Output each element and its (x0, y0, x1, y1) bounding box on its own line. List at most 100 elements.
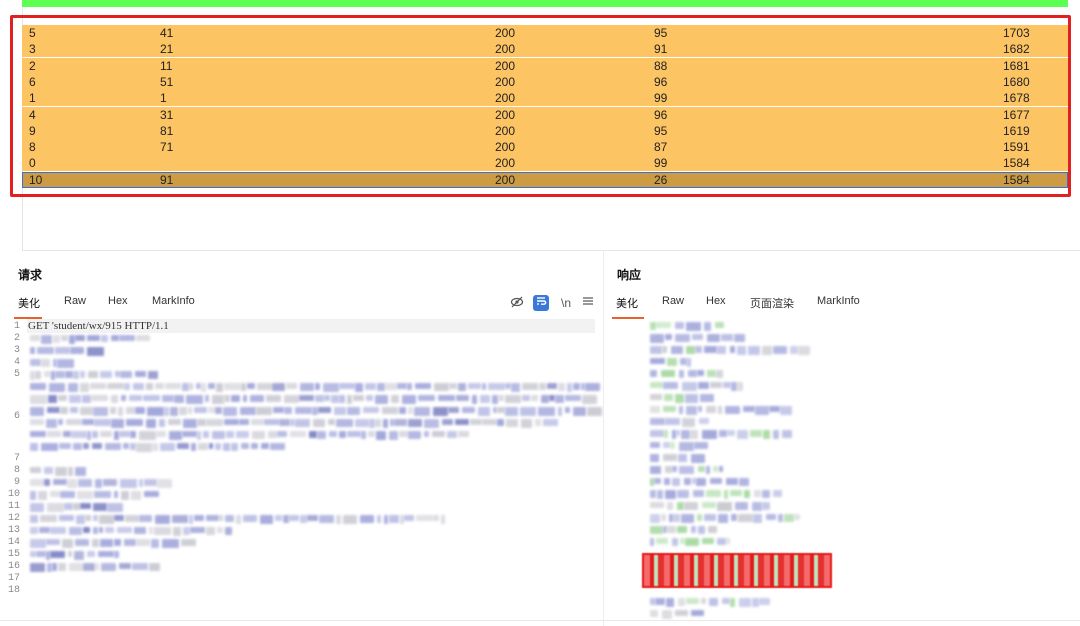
line-number: 1 (13, 321, 20, 332)
cell-time: 99 (654, 156, 668, 171)
cell-idx: 0 (29, 156, 36, 171)
request-line: GET 'student/wx/915 HTTP/1.1 (28, 320, 169, 332)
line-number: 8 (13, 465, 20, 476)
tab-response-raw[interactable]: Raw (662, 295, 684, 311)
cell-time: 96 (654, 74, 668, 89)
cell-payload: 1 (160, 91, 167, 106)
line-number: 3 (13, 345, 20, 356)
cell-status: 200 (495, 107, 516, 122)
tab-response-pretty[interactable]: 美化 (616, 295, 638, 315)
line-number: 14 (7, 537, 20, 548)
cell-status: 200 (495, 123, 516, 138)
cell-status: 200 (495, 74, 516, 89)
line-number: 17 (7, 573, 20, 584)
table-row[interactable]: 761200971704 (22, 0, 1068, 7)
cell-idx: 2 (29, 58, 36, 73)
request-editor[interactable]: 1 2 3 4 5 6 7 8 9 10 11 12 13 14 15 16 17 18 GET 'student… (0, 319, 603, 619)
line-number: 16 (7, 561, 20, 572)
table-row[interactable]: 2 11 200 88 1681 (22, 57, 1068, 74)
menu-icon[interactable] (580, 295, 596, 311)
tab-request-pretty[interactable]: 美化 (18, 295, 40, 315)
cell-idx: 6 (29, 74, 36, 89)
table-row[interactable]: 4 31 200 96 1677 (22, 106, 1068, 123)
table-row[interactable]: 8 71 200 87 1591 (22, 139, 1068, 156)
response-highlight-box (642, 553, 832, 588)
cell-len: 1584 (1003, 172, 1030, 187)
cell-idx: 10 (29, 172, 43, 187)
line-number: 13 (7, 525, 20, 536)
tab-request-hex[interactable]: Hex (108, 295, 128, 311)
line-number: 6 (13, 411, 20, 422)
table-row[interactable]: 1 1 200 99 1678 (22, 90, 1068, 107)
cell-time: 95 (654, 123, 668, 138)
cell-time: 91 (654, 42, 668, 57)
cell-len: 1681 (1003, 58, 1030, 73)
line-number: 7 (13, 453, 20, 464)
table-row[interactable]: 9 81 200 95 1619 (22, 122, 1068, 139)
wrap-lines-icon[interactable] (533, 295, 549, 311)
cell-payload: 21 (160, 42, 174, 57)
line-number: 9 (13, 477, 20, 488)
line-number: 12 (7, 513, 20, 524)
cell-payload: 51 (160, 74, 174, 89)
tab-response-render[interactable]: 页面渲染 (750, 295, 794, 315)
line-number: 2 (13, 333, 20, 344)
cell-len: 1584 (1003, 156, 1030, 171)
cell-idx: 4 (29, 107, 36, 122)
tab-response-hex[interactable]: Hex (706, 295, 726, 311)
cell-time: 87 (654, 140, 668, 155)
response-tab-underline (612, 317, 644, 319)
cell-len: 1680 (1003, 74, 1030, 89)
cell-time: 26 (654, 172, 668, 187)
cell-status: 200 (495, 91, 516, 106)
cell-payload: 41 (160, 26, 174, 40)
line-gutter: 1 2 3 4 5 6 7 8 9 10 11 12 13 14 15 16 17 18 (0, 319, 22, 619)
cell-len: 1591 (1003, 140, 1030, 155)
cell-payload: 11 (160, 58, 173, 73)
cell-len: 1677 (1003, 107, 1030, 122)
line-number: 11 (7, 501, 20, 512)
cell-status: 200 (495, 140, 516, 155)
cell-status: 200 (495, 26, 516, 40)
line-number: 4 (13, 357, 20, 368)
cell-status: 200 (495, 172, 516, 187)
line-number: 5 (13, 369, 20, 380)
tab-request-raw[interactable]: Raw (64, 295, 86, 311)
results-table: 7612009717045412009517033212009116822112… (0, 0, 1080, 251)
cell-idx: 1 (29, 91, 36, 106)
tab-request-markinfo[interactable]: MarkInfo (152, 295, 195, 311)
tab-response-markinfo[interactable]: MarkInfo (817, 295, 860, 311)
cell-payload: 31 (160, 107, 174, 122)
cell-payload: 71 (160, 140, 174, 155)
cell-status: 200 (495, 58, 516, 73)
request-title: 请求 (18, 268, 43, 282)
newline-toggle[interactable]: \n (557, 295, 575, 311)
cell-idx: 8 (29, 140, 36, 155)
table-row[interactable]: 3 21 200 91 1682 (22, 41, 1068, 58)
cell-time: 95 (654, 26, 668, 40)
line-number: 10 (7, 489, 20, 500)
response-tabs: 美化 Raw Hex 页面渲染 MarkInfo (604, 295, 1080, 317)
cell-len: 1703 (1003, 26, 1030, 40)
cell-status: 200 (495, 156, 516, 171)
cell-payload: 81 (160, 123, 174, 138)
table-row[interactable]: 5 41 200 95 1703 (22, 25, 1068, 41)
cell-idx: 9 (29, 123, 36, 138)
cell-len: 1678 (1003, 91, 1030, 106)
line-number: 15 (7, 549, 20, 560)
cell-time: 88 (654, 58, 668, 73)
cell-len: 1682 (1003, 42, 1030, 57)
cell-len: 1619 (1003, 123, 1030, 138)
cell-idx: 5 (29, 26, 36, 40)
hide-icon[interactable] (509, 295, 525, 311)
response-title: 响应 (617, 268, 642, 282)
cell-status: 200 (495, 42, 516, 57)
table-row[interactable]: 6 51 200 96 1680 (22, 73, 1068, 90)
cell-idx: 3 (29, 42, 36, 57)
table-row[interactable]: 0 200 99 1584 (22, 155, 1068, 172)
table-row[interactable]: 10 91 200 26 1584 (22, 171, 1068, 188)
cell-payload: 91 (160, 172, 174, 187)
cell-time: 96 (654, 107, 668, 122)
cell-time: 99 (654, 91, 668, 106)
line-number: 18 (7, 585, 20, 596)
